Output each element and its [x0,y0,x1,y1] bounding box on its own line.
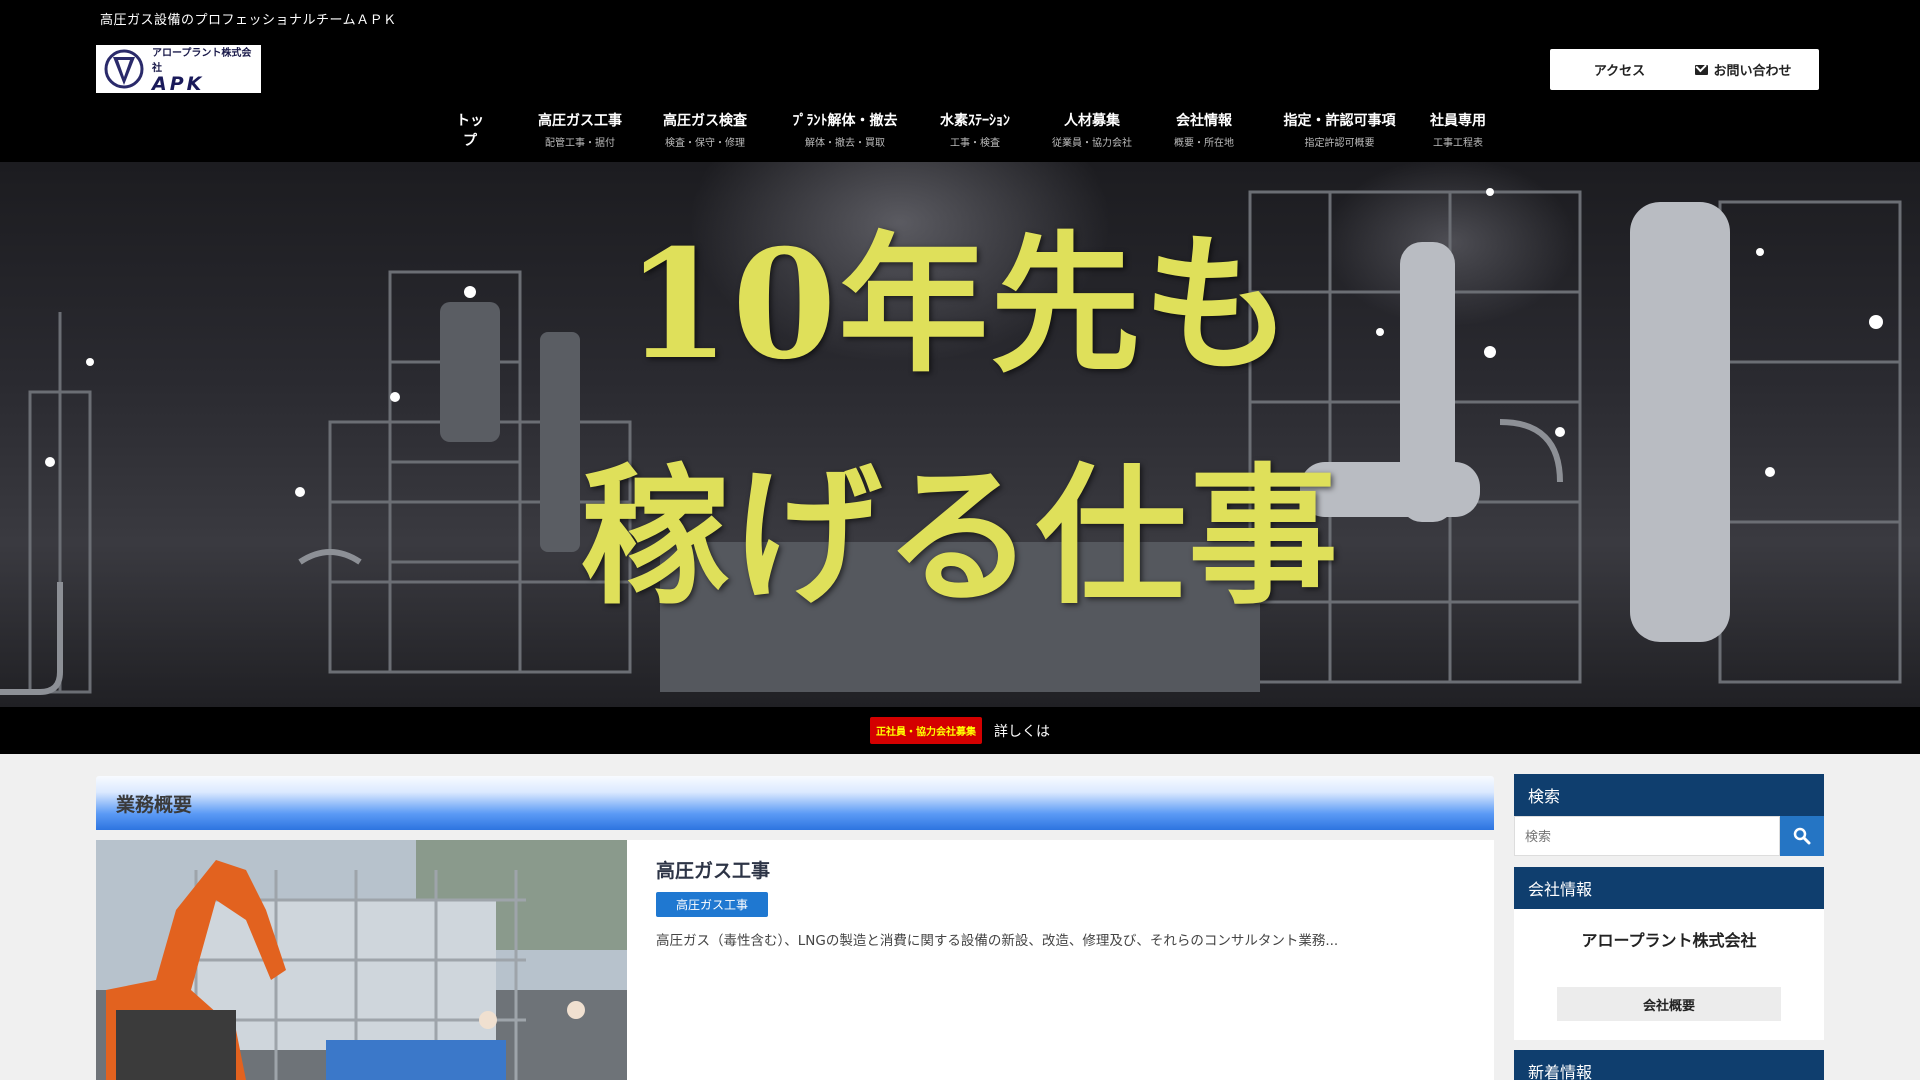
card-title[interactable]: 高圧ガス工事 [656,856,770,883]
hero-banner: 10年先も 稼げる仕事 [0,162,1920,707]
logo-company-name: アロープラント株式会社 [152,47,252,74]
search-icon [1793,827,1811,845]
nav-sublabel: 工事工程表 [1433,138,1483,149]
nav-label: 高圧ガス検査 [663,113,747,129]
contact-button[interactable]: お問い合わせ [1668,49,1819,90]
card-description: 高圧ガス（毒性含む）、LNGの製造と消費に関する設備の新設、改造、修理及び、それ… [656,933,1339,949]
news-widget-title: 新着情報 [1514,1050,1824,1080]
recruit-badge[interactable]: 正社員・協力会社募集 [870,717,982,744]
sidebar: 検索 会社情報 アロープラント株式会社 会社概要 新着情報 [1514,774,1824,1080]
nav-label: 高圧ガス工事 [538,113,622,129]
hero-headline-line2: 稼げる仕事 [579,449,1340,625]
logo-emblem-icon [104,49,144,89]
section-header: 業務概要 [96,776,1494,830]
nav-item-top[interactable]: トップ [430,110,510,154]
main-content: 業務概要 高圧ガス工事 高圧ガス工事 高圧ガス（毒性含む）、LNGの製造と消費に… [96,776,1494,1080]
nav-label: 人材募集 [1064,113,1120,129]
envelope-icon [1695,64,1709,75]
category-badge[interactable]: 高圧ガス工事 [656,892,769,917]
site-header: 高圧ガス設備のプロフェッショナルチームＡＰＫ アロープラント株式会社 APK ア… [0,0,1920,162]
company-widget: 会社情報 アロープラント株式会社 会社概要 [1514,867,1824,1040]
search-widget-title: 検索 [1514,774,1824,816]
nav-sublabel: 配管工事・据付 [545,138,615,149]
contact-button-label: お問い合わせ [1713,64,1792,79]
nav-item-recruitment[interactable]: 人材募集 従業員・協力会社 [1022,110,1162,149]
search-input[interactable] [1514,816,1780,856]
nav-sublabel: 指定許認可概要 [1304,138,1375,149]
search-widget: 検索 [1514,774,1824,856]
search-button[interactable] [1780,816,1824,856]
company-overview-button[interactable]: 会社概要 [1557,987,1781,1021]
logo-wordmark: APK [152,72,205,95]
nav-item-plant-demolition[interactable]: ﾌﾟﾗﾝﾄ解体・撤去 解体・撤去・買取 [765,110,925,149]
nav-label: ﾌﾟﾗﾝﾄ解体・撤去 [792,113,898,129]
site-logo[interactable]: アロープラント株式会社 APK [96,45,261,95]
nav-label: 水素ｽﾃｰｼｮﾝ [940,113,1010,129]
nav-label: 指定・許認可事項 [1283,113,1396,129]
recruit-details-link[interactable]: 詳しくは [994,721,1050,741]
nav-label: トップ [456,113,484,149]
nav-sublabel: 解体・撤去・買取 [805,138,885,149]
construction-site-image [96,840,627,1080]
nav-sublabel: 検査・保守・修理 [665,138,745,149]
site-tagline: 高圧ガス設備のプロフェッショナルチームＡＰＫ [100,13,397,28]
nav-sublabel: 従業員・協力会社 [1052,138,1132,149]
recruit-banner: 正社員・協力会社募集 詳しくは [0,707,1920,754]
section-title: 業務概要 [116,793,193,816]
hero-headline-line1: 10年先も [625,217,1295,393]
nav-label: 会社情報 [1176,113,1232,129]
access-button-label: アクセス [1593,64,1646,79]
card-thumbnail[interactable] [96,840,627,1080]
nav-sublabel: 工事・検査 [950,138,1000,149]
nav-item-hp-gas-inspection[interactable]: 高圧ガス検査 検査・保守・修理 [640,110,770,149]
nav-item-staff-only[interactable]: 社員専用 工事工程表 [1403,110,1513,149]
nav-item-hp-gas-construction[interactable]: 高圧ガス工事 配管工事・据付 [515,110,645,149]
nav-sublabel: 概要・所在地 [1174,138,1234,149]
nav-label: 社員専用 [1430,113,1486,129]
nav-item-company-info[interactable]: 会社情報 概要・所在地 [1144,110,1264,149]
company-widget-title: 会社情報 [1514,867,1824,909]
news-widget: 新着情報 [1514,1050,1824,1080]
service-card[interactable]: 高圧ガス工事 高圧ガス工事 高圧ガス（毒性含む）、LNGの製造と消費に関する設備… [96,840,1494,1080]
company-name: アロープラント株式会社 [1581,931,1757,950]
nav-item-licenses[interactable]: 指定・許認可事項 指定許認可概要 [1252,110,1427,149]
nav-item-hydrogen-station[interactable]: 水素ｽﾃｰｼｮﾝ 工事・検査 [910,110,1040,149]
